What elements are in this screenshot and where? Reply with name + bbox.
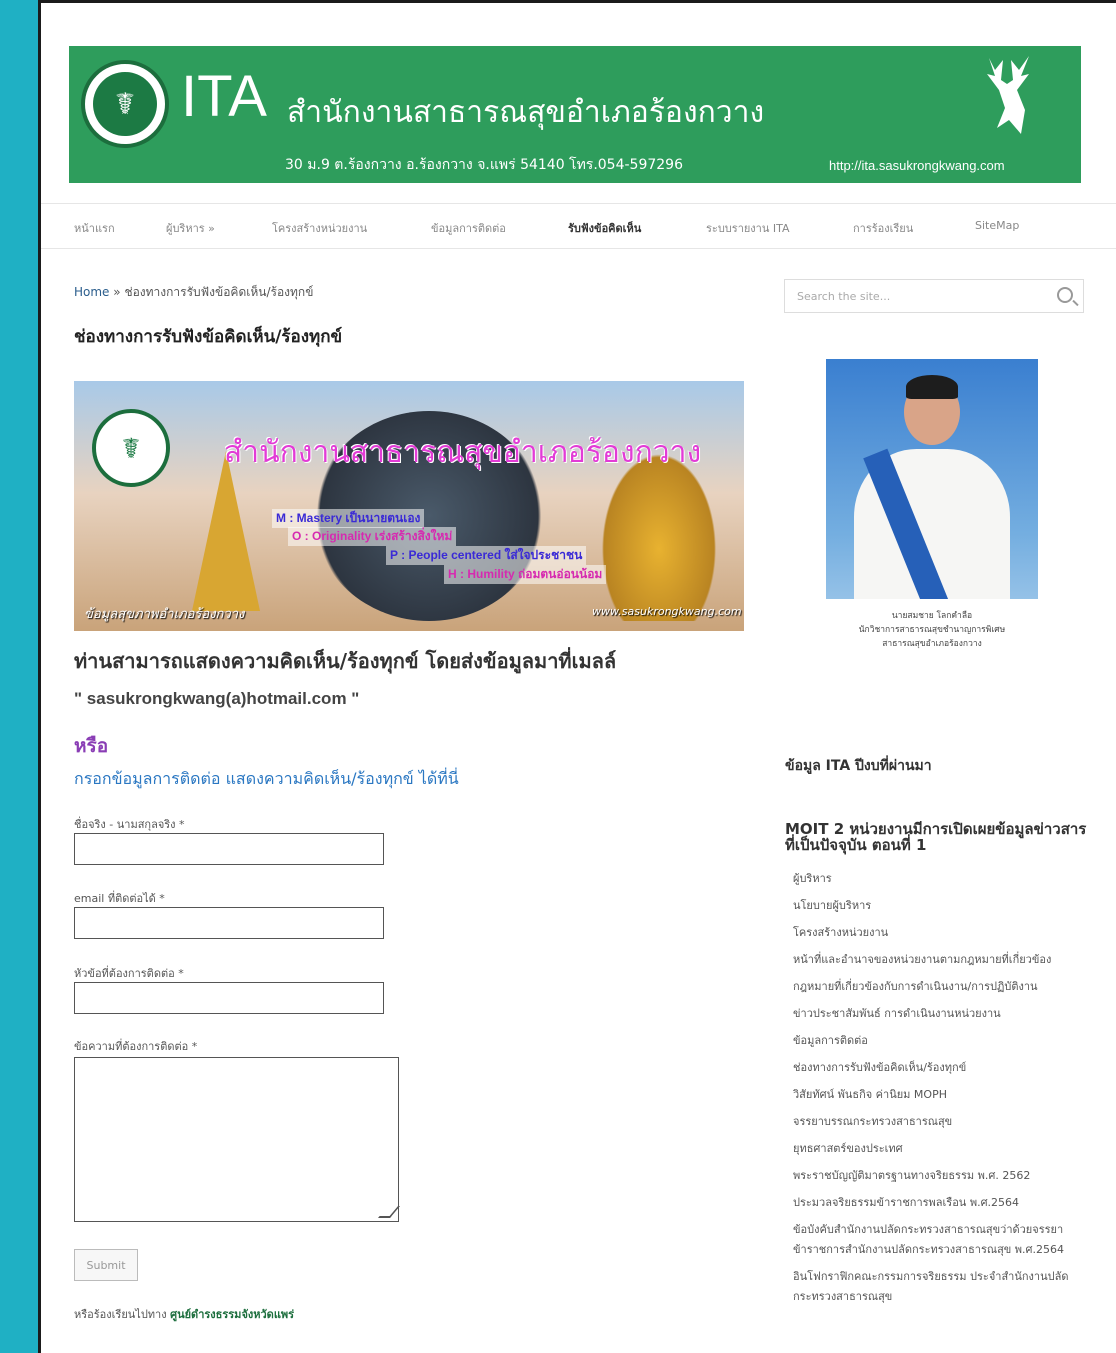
sidebar-item[interactable]: อินโฟกราฟิกคณะกรรมการจริยธรรม ประจำสำนัก… (789, 1267, 1089, 1307)
complaint-center-link[interactable]: ศูนย์ดำรงธรรมจังหวัดแพร่ (170, 1308, 294, 1321)
sidebar-item[interactable]: พระราชบัญญัติมาตรฐานทางจริยธรรม พ.ศ. 256… (789, 1166, 1089, 1186)
portrait-caption-name: นายสมชาย โลกคำลือ (891, 611, 973, 621)
breadcrumb-current: ช่องทางการรับฟังข้อคิดเห็น/ร้องทุกข์ (124, 285, 314, 299)
banner-title: สำนักงานสาธารณสุขอำเภอร้องกวาง (224, 435, 702, 470)
portrait-caption: นายสมชาย โลกคำลือ นักวิชาการสาธารณสุขชำน… (826, 599, 1038, 677)
header-title: สำนักงานสาธารณสุขอำเภอร้องกวาง (287, 95, 765, 130)
subject-field[interactable] (74, 982, 384, 1014)
or-text: หรือ (74, 735, 109, 757)
banner-seal-icon: ☤ (92, 409, 170, 487)
banner-value-h: H : Humility ถ่อมตนอ่อนน้อม (444, 565, 607, 584)
form-heading: กรอกข้อมูลการติดต่อ แสดงความคิดเห็น/ร้อง… (74, 769, 459, 788)
breadcrumb-separator: » (113, 285, 121, 299)
nav-item-home[interactable]: หน้าแรก (74, 219, 115, 237)
banner-footer-right: www.sasukrongkwang.com (592, 605, 742, 618)
header-logo-text: ITA (181, 64, 267, 129)
complaint-note-prefix: หรือร้องเรียนไปทาง (74, 1308, 167, 1321)
sidebar-item[interactable]: ยุทธศาสตร์ของประเทศ (789, 1139, 1089, 1159)
intro-text: ท่านสามารถแสดงความคิดเห็น/ร้องทุกข์ โดยส… (74, 649, 617, 673)
moph-logo: ☤ (81, 60, 169, 148)
sidebar-item[interactable]: ประมวลจริยธรรมข้าราชการพลเรือน พ.ศ.2564 (789, 1193, 1089, 1213)
nav-item-feedback[interactable]: รับฟังข้อคิดเห็น (568, 219, 641, 237)
banner-value-p: P : People centered ใส่ใจประชาชน (386, 546, 587, 565)
hair-shape (906, 375, 958, 399)
sidebar-item[interactable]: ข่าวประชาสัมพันธ์ การดำเนินงานหน่วยงาน (789, 1004, 1089, 1024)
banner-image: ☤ สำนักงานสาธารณสุขอำเภอร้องกวาง M : Mas… (74, 381, 744, 631)
sidebar-heading-moit2: MOIT 2 หน่วยงานมีการเปิดเผยข้อมูลข่าวสาร… (785, 820, 1087, 854)
contact-email: " sasukrongkwang(a)hotmail.com " (74, 689, 360, 708)
sidebar-item[interactable]: ข้อบังคับสำนักงานปลัดกระทรวงสาธารณสุขว่า… (789, 1220, 1089, 1260)
breadcrumb-home[interactable]: Home (74, 285, 109, 299)
submit-button[interactable]: Submit (74, 1249, 138, 1281)
sidebar-item[interactable]: ข้อมูลการติดต่อ (789, 1031, 1089, 1051)
nav-item-executives[interactable]: ผู้บริหาร » (166, 219, 215, 237)
message-textarea[interactable] (74, 1057, 401, 1222)
search-box[interactable]: Search the site... (784, 279, 1084, 313)
complaint-note: หรือร้องเรียนไปทาง ศูนย์ดำรงธรรมจังหวัดแ… (74, 1305, 294, 1323)
search-input[interactable]: Search the site... (797, 290, 890, 303)
portrait-caption-position: นักวิชาการสาธารณสุขชำนาญการพิเศษ (858, 625, 1006, 635)
sidebar-heading-ita[interactable]: ข้อมูล ITA ปีงบที่ผ่านมา (785, 755, 932, 777)
email-field[interactable] (74, 907, 384, 939)
resize-handle-icon[interactable] (377, 1206, 401, 1218)
nav-item-contact[interactable]: ข้อมูลการติดต่อ (431, 219, 506, 237)
sidebar-item[interactable]: จรรยาบรรณกระทรวงสาธารณสุข (789, 1112, 1089, 1132)
email-label: email ที่ติดต่อได้ * (74, 892, 165, 905)
banner-value-m: M : Mastery เป็นนายตนเอง (272, 509, 425, 528)
nav-item-sitemap[interactable]: SiteMap (975, 219, 1019, 232)
portrait-caption-office: สาธารณสุขอำเภอร้องกวาง (882, 639, 982, 649)
site-header: ☤ ITA สำนักงานสาธารณสุขอำเภอร้องกวาง 30 … (69, 46, 1081, 183)
subject-label: หัวข้อที่ต้องการติดต่อ * (74, 967, 184, 980)
message-label: ข้อความที่ต้องการติดต่อ * (74, 1040, 198, 1053)
caduceus-icon: ☤ (93, 72, 157, 136)
sidebar-item[interactable]: หน้าที่และอำนาจของหน่วยงานตามกฎหมายที่เก… (789, 950, 1089, 970)
page: ☤ ITA สำนักงานสาธารณสุขอำเภอร้องกวาง 30 … (38, 0, 1116, 1353)
director-portrait: นายสมชาย โลกคำลือ นักวิชาการสาธารณสุขชำน… (826, 359, 1038, 677)
search-icon[interactable] (1057, 287, 1073, 303)
sidebar-item[interactable]: กฎหมายที่เกี่ยวข้องกับการดำเนินงาน/การปฏ… (789, 977, 1089, 997)
breadcrumb: Home » ช่องทางการรับฟังข้อคิดเห็น/ร้องทุ… (74, 283, 313, 302)
name-label: ชื่อจริง - นามสกุลจริง * (74, 818, 185, 831)
header-address: 30 ม.9 ต.ร้องกวาง อ.ร้องกวาง จ.แพร่ 5414… (285, 157, 683, 173)
nav-item-complaint[interactable]: การร้องเรียน (853, 219, 913, 237)
sidebar-link-list: ผู้บริหาร นโยบายผู้บริหาร โครงสร้างหน่วย… (789, 869, 1089, 1314)
sidebar-item[interactable]: โครงสร้างหน่วยงาน (789, 923, 1089, 943)
page-title: ช่องทางการรับฟังข้อคิดเห็น/ร้องทุกข์ (74, 327, 343, 347)
main-nav: หน้าแรก ผู้บริหาร » โครงสร้างหน่วยงาน ข้… (41, 203, 1116, 249)
banner-value-o: O : Originality เร่งสร้างสิ่งใหม่ (288, 527, 457, 546)
name-field[interactable] (74, 833, 384, 865)
banner-footer-left: ข้อมูลสุขภาพอำเภอร้องกวาง (84, 607, 245, 622)
sidebar-item[interactable]: ผู้บริหาร (789, 869, 1089, 889)
nav-item-ita-report[interactable]: ระบบรายงาน ITA (706, 219, 790, 237)
sidebar-item[interactable]: วิสัยทัศน์ พันธกิจ ค่านิยม MOPH (789, 1085, 1089, 1105)
header-url[interactable]: http://ita.sasukrongkwang.com (829, 158, 1005, 173)
deer-logo-icon (987, 56, 1029, 134)
nav-item-structure[interactable]: โครงสร้างหน่วยงาน (272, 219, 367, 237)
sidebar-item[interactable]: นโยบายผู้บริหาร (789, 896, 1089, 916)
sidebar-item[interactable]: ช่องทางการรับฟังข้อคิดเห็น/ร้องทุกข์ (789, 1058, 1089, 1078)
